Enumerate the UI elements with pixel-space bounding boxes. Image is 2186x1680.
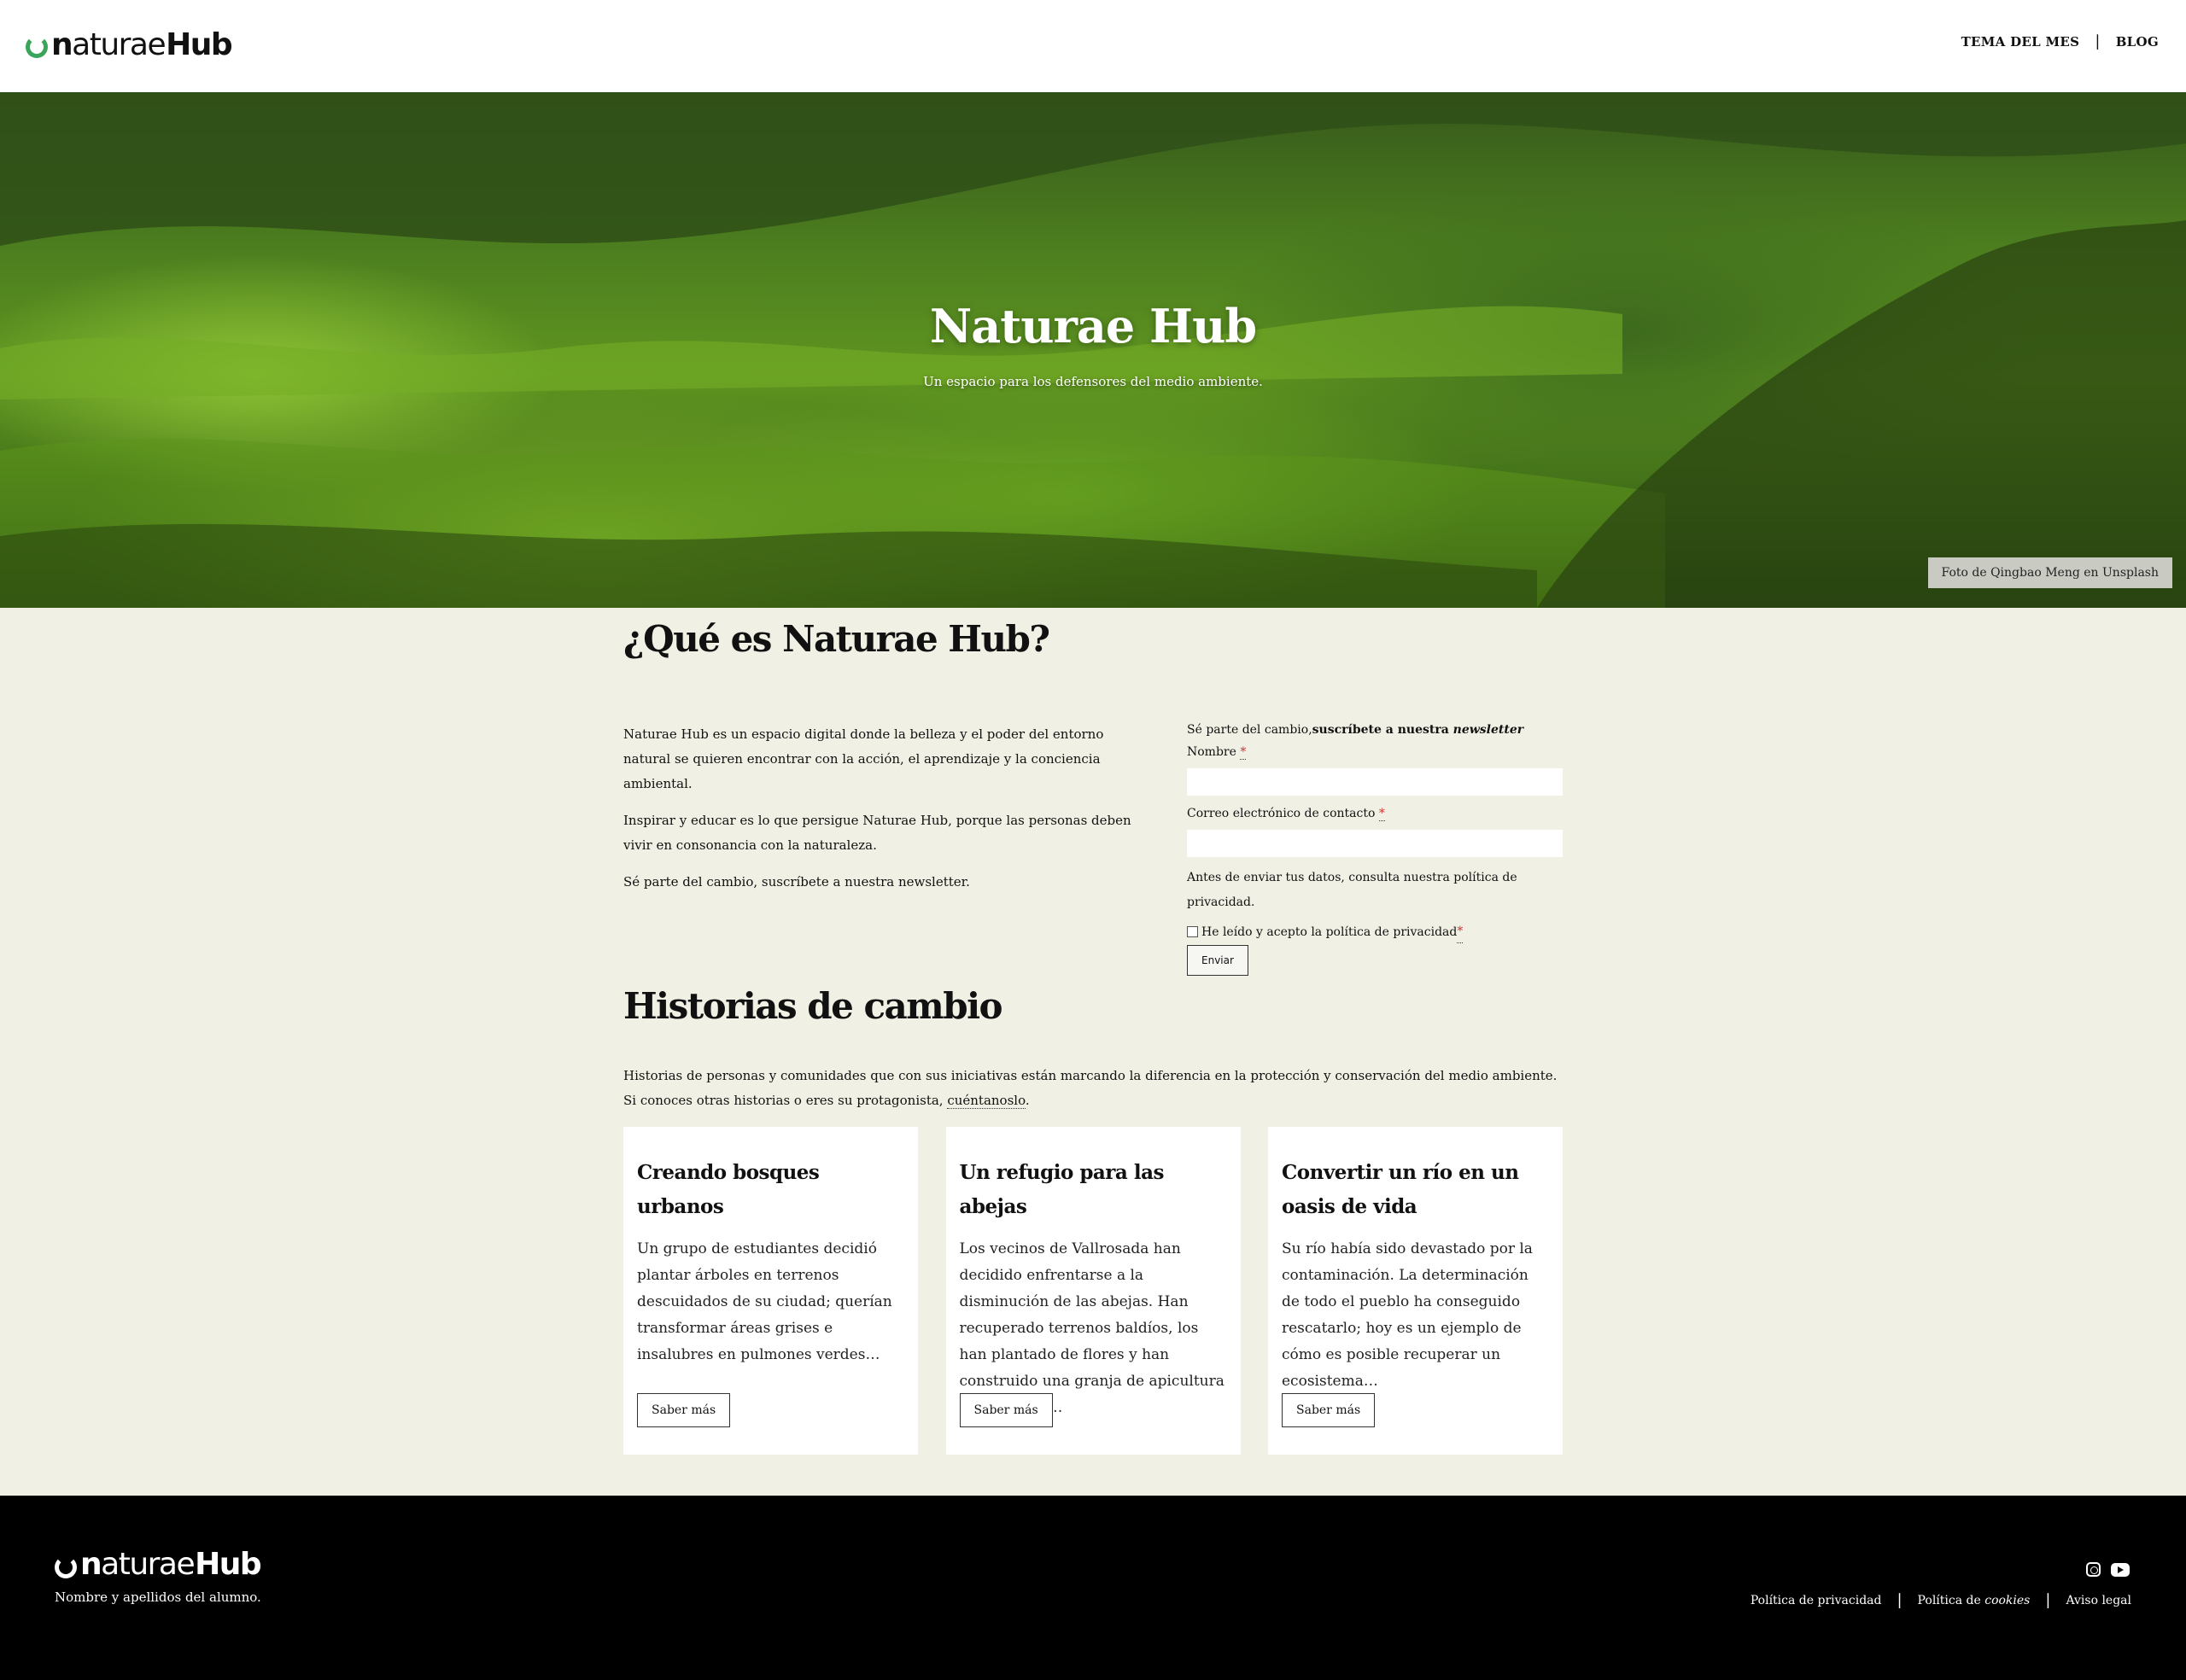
legal-links: Política de privacidad | Política de coo… bbox=[1751, 1591, 2131, 1609]
required-mark: * bbox=[1457, 920, 1464, 943]
nav-link-tema-del-mes[interactable]: TEMA DEL MES bbox=[1961, 34, 2080, 50]
hero-title: Naturae Hub bbox=[929, 299, 1257, 353]
logo-text-aturae: aturae bbox=[72, 26, 167, 62]
about-paragraph: Naturae Hub es un espacio digital donde … bbox=[623, 726, 1104, 791]
cookies-link-italic: cookies bbox=[1984, 1593, 2031, 1607]
contact-link[interactable]: cuéntanoslo bbox=[947, 1093, 1026, 1109]
story-card: Convertir un río en un oasis de vida Su … bbox=[1268, 1127, 1563, 1455]
email-label: Correo electrónico de contacto * bbox=[1187, 802, 1563, 825]
newsletter-intro-text: Sé parte del cambio, bbox=[1187, 723, 1312, 737]
newsletter-form: Sé parte del cambio,suscríbete a nuestra… bbox=[1187, 719, 1563, 976]
about-title: ¿Qué es Naturae Hub? bbox=[623, 618, 1050, 660]
stories-intro: Historias de personas y comunidades que … bbox=[623, 1064, 1563, 1113]
email-label-text: Correo electrónico de contacto bbox=[1187, 807, 1379, 820]
read-more-button[interactable]: Saber más bbox=[1282, 1393, 1376, 1427]
consent-row: He leído y acepto la política de privaci… bbox=[1187, 920, 1563, 943]
story-card-title: Creando bosques urbanos bbox=[637, 1161, 820, 1218]
logo[interactable]: n aturae Hub bbox=[26, 24, 233, 65]
cookies-policy-link[interactable]: Política de cookies bbox=[1918, 1594, 2031, 1607]
consent-checkbox[interactable] bbox=[1187, 926, 1198, 937]
site-footer: n aturae Hub Nombre y apellidos del alum… bbox=[0, 1496, 2186, 1680]
student-name: Nombre y apellidos del alumno. bbox=[55, 1590, 261, 1605]
privacy-note: Antes de enviar tus datos, consulta nues… bbox=[1187, 871, 1517, 909]
logo-text-hub: Hub bbox=[166, 26, 233, 62]
story-card: Creando bosques urbanos Un grupo de estu… bbox=[623, 1127, 918, 1455]
story-cards: Creando bosques urbanos Un grupo de estu… bbox=[623, 1127, 1563, 1455]
logo-text-n: n bbox=[51, 26, 73, 62]
footer-separator: | bbox=[1897, 1591, 1903, 1609]
newsletter-intro-italic: newsletter bbox=[1452, 723, 1524, 737]
stories-title: Historias de cambio bbox=[623, 985, 1003, 1027]
about-paragraph: Inspirar y educar es lo que persigue Nat… bbox=[623, 813, 1131, 853]
footer-logo-text-hub: Hub bbox=[195, 1547, 262, 1582]
story-card: Un refugio para las abejas Los vecinos d… bbox=[945, 1127, 1241, 1455]
name-label: Nombre * bbox=[1187, 741, 1563, 763]
submit-button[interactable]: Enviar bbox=[1187, 945, 1248, 976]
nav-separator: | bbox=[2095, 32, 2101, 50]
footer-logo[interactable]: n aturae Hub bbox=[55, 1547, 262, 1582]
instagram-icon[interactable] bbox=[2086, 1562, 2101, 1577]
about-text: Naturae Hub es un espacio digital donde … bbox=[623, 722, 1144, 907]
social-links bbox=[2086, 1562, 2130, 1577]
privacy-policy-link[interactable]: Política de privacidad bbox=[1751, 1594, 1882, 1607]
story-card-text: Su río había sido devastado por la conta… bbox=[1282, 1240, 1533, 1390]
email-input[interactable] bbox=[1187, 830, 1563, 857]
story-card-title: Convertir un río en un oasis de vida bbox=[1282, 1161, 1519, 1218]
main-nav: TEMA DEL MES | BLOG bbox=[1961, 32, 2159, 50]
story-card-title: Un refugio para las abejas bbox=[959, 1161, 1165, 1218]
read-more-button[interactable]: Saber más bbox=[959, 1393, 1053, 1427]
stories-intro-text: Historias de personas y comunidades que … bbox=[623, 1068, 1558, 1108]
name-input[interactable] bbox=[1187, 768, 1563, 796]
cookies-link-text: Política de bbox=[1917, 1593, 1985, 1607]
hero-banner: Naturae Hub Un espacio para los defensor… bbox=[0, 92, 2186, 608]
stories-intro-end: . bbox=[1025, 1093, 1030, 1108]
newsletter-intro: Sé parte del cambio,suscríbete a nuestra… bbox=[1187, 719, 1563, 741]
photo-credit[interactable]: Foto de Qingbao Meng en Unsplash bbox=[1927, 557, 2172, 588]
footer-logo-mark-icon bbox=[55, 1555, 77, 1578]
logo-mark-icon bbox=[26, 36, 48, 58]
footer-logo-text-n: n bbox=[80, 1547, 102, 1582]
required-mark: * bbox=[1240, 745, 1247, 760]
read-more-button[interactable]: Saber más bbox=[637, 1393, 731, 1427]
about-paragraph: Sé parte del cambio, suscríbete a nuestr… bbox=[623, 874, 970, 890]
nav-link-blog[interactable]: BLOG bbox=[2116, 34, 2159, 50]
footer-logo-text-aturae: aturae bbox=[101, 1547, 196, 1582]
name-label-text: Nombre bbox=[1187, 745, 1241, 759]
newsletter-intro-bold: suscríbete a nuestra bbox=[1312, 723, 1453, 737]
youtube-icon[interactable] bbox=[2111, 1563, 2130, 1577]
footer-separator: | bbox=[2045, 1591, 2051, 1609]
legal-notice-link[interactable]: Aviso legal bbox=[2066, 1594, 2131, 1607]
site-header: n aturae Hub TEMA DEL MES | BLOG bbox=[0, 0, 2186, 92]
hero-subtitle: Un espacio para los defensores del medio… bbox=[923, 374, 1263, 389]
story-card-text: Un grupo de estudiantes decidió plantar … bbox=[637, 1240, 892, 1363]
required-mark: * bbox=[1378, 807, 1385, 821]
consent-label[interactable]: He leído y acepto la política de privaci… bbox=[1201, 921, 1457, 943]
